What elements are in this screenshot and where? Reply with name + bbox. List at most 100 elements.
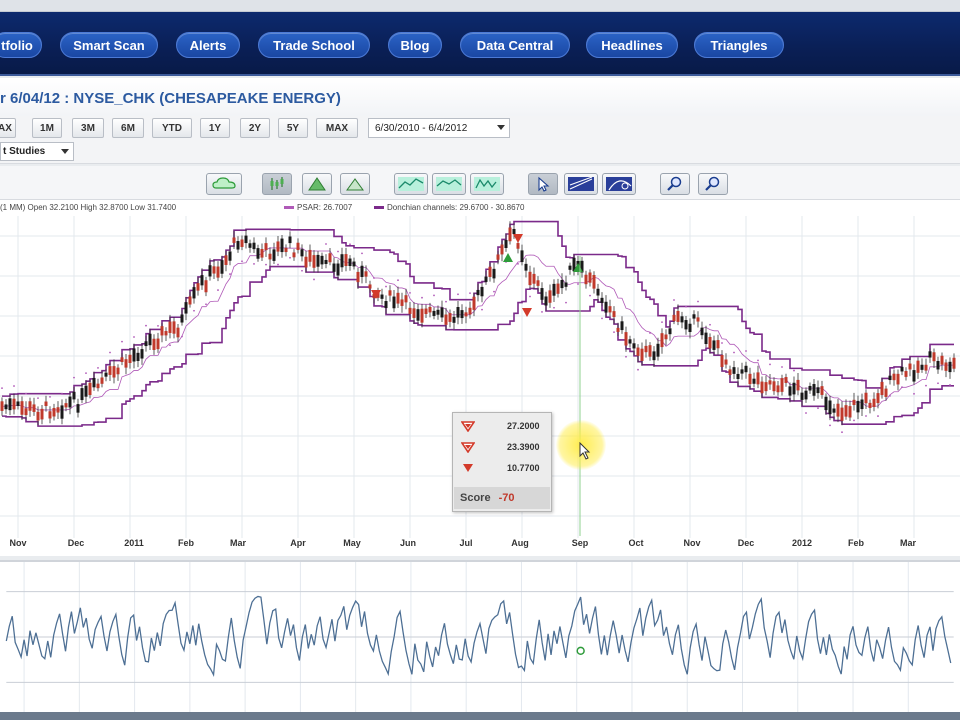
candle-body [204,280,208,293]
candlestick-tool-button[interactable] [262,173,292,195]
candle-body [200,275,204,286]
chevron-down-icon [61,149,69,154]
candle-body [336,263,340,276]
psar-dot [721,342,723,344]
studies-select[interactable]: t Studies [0,142,74,161]
psar-dot [805,412,807,414]
candle-body [32,404,36,412]
candle-body [280,238,284,253]
psar-dot [553,306,555,309]
date-range-select[interactable]: 6/30/2010 - 6/4/2012 [368,118,510,138]
candle-body [732,367,736,374]
oscillator-line [5,595,952,678]
nav-headlines-button[interactable]: Headlines [586,32,678,58]
candle-body [368,284,372,289]
candle-body [208,265,212,277]
candle-body [296,242,300,251]
candle-body [132,348,136,362]
mouse-pointer-icon [579,442,591,460]
candle-body [624,332,628,346]
candle-body [608,306,612,313]
down-arrow-icon [463,464,473,472]
nav-blog-button[interactable]: Blog [388,32,442,58]
browser-chrome-strip [0,0,960,12]
range-button-ytd[interactable]: YTD [152,118,192,138]
candle-body [464,312,468,317]
candle-body [12,398,16,410]
candle-body [696,317,700,322]
pointer-tool-button[interactable] [528,173,558,195]
candle-body [104,372,108,377]
nav-data-central-button[interactable]: Data Central [460,32,570,58]
trendline-tool-button[interactable] [564,173,598,195]
area-chart-tool-button[interactable] [432,173,466,195]
candle-body [716,340,720,349]
nav-alerts-button[interactable]: Alerts [176,32,240,58]
nav-trade-school-button[interactable]: Trade School [258,32,370,58]
mountain-tool-button[interactable] [302,173,332,195]
psar-dot [781,366,783,368]
cursor-highlight [556,420,606,470]
axis-label-2011: 2011 [124,538,144,548]
candle-body [564,282,568,287]
axis-label-feb-2: Feb [847,538,865,548]
oscillator-panel[interactable] [0,560,960,712]
candle-body [532,273,536,284]
candle-body [664,334,668,340]
cloud-tool-button[interactable] [206,173,242,195]
candle-body [308,249,312,262]
candle-body [140,349,144,359]
axis-label-dec-2: Dec [737,538,755,548]
candle-body [180,314,184,323]
range-button-max[interactable]: MAX [316,118,358,138]
mountain-outline-tool-button[interactable] [340,173,370,195]
candle-body [856,400,860,413]
chart-title-bar: r 6/04/12 : NYSE_CHK (CHESAPEAKE ENERGY) [0,78,960,120]
candle-body [424,308,428,315]
nav-portfolio-button[interactable]: tfolio [0,32,42,58]
candle-body [472,296,476,310]
candle-body [212,266,216,274]
bar-chart-tool-button[interactable] [470,173,504,195]
candle-body [400,299,404,306]
psar-dot [565,301,567,304]
candle-body [116,367,120,375]
psar-dot [913,392,915,395]
candle-body [0,401,4,411]
candle-body [752,378,756,384]
axis-label-mar: Mar [229,538,247,548]
range-button-1m[interactable]: 1M [32,118,62,138]
nav-smart-scan-button[interactable]: Smart Scan [60,32,158,58]
candle-body [648,345,652,357]
candle-body [584,274,588,285]
date-range-value: 6/30/2010 - 6/4/2012 [375,122,468,134]
range-button-6m[interactable]: 6M [112,118,144,138]
psar-dot [829,424,831,427]
candle-body [952,357,956,369]
candle-body [808,385,812,391]
score-row: 23.3900 [461,438,549,456]
candle-body [352,261,356,267]
zoom-in-tool-button[interactable] [660,173,690,195]
candle-body [748,373,752,385]
candle-body [344,254,348,266]
fibonacci-tool-button[interactable] [602,173,636,195]
candle-body [428,306,432,313]
candle-body [356,271,360,283]
range-button-5y[interactable]: 5Y [278,118,308,138]
candle-body [500,244,504,255]
pointer-icon [538,176,550,192]
candle-body [944,362,948,371]
range-button-1y[interactable]: 1Y [200,118,230,138]
psar-dot [817,407,819,410]
range-button-3m[interactable]: 3M [72,118,104,138]
zoom-out-tool-button[interactable] [698,173,728,195]
nav-triangles-button[interactable]: Triangles [694,32,784,58]
zoom-in-icon [667,176,682,191]
range-button-max-partial[interactable]: AX [0,118,16,138]
line-chart-tool-button[interactable] [394,173,428,195]
range-button-2y[interactable]: 2Y [240,118,270,138]
candle-body [508,227,512,242]
oscillator-signal-marker [576,646,585,656]
axis-label-mar-2: Mar [899,538,917,548]
